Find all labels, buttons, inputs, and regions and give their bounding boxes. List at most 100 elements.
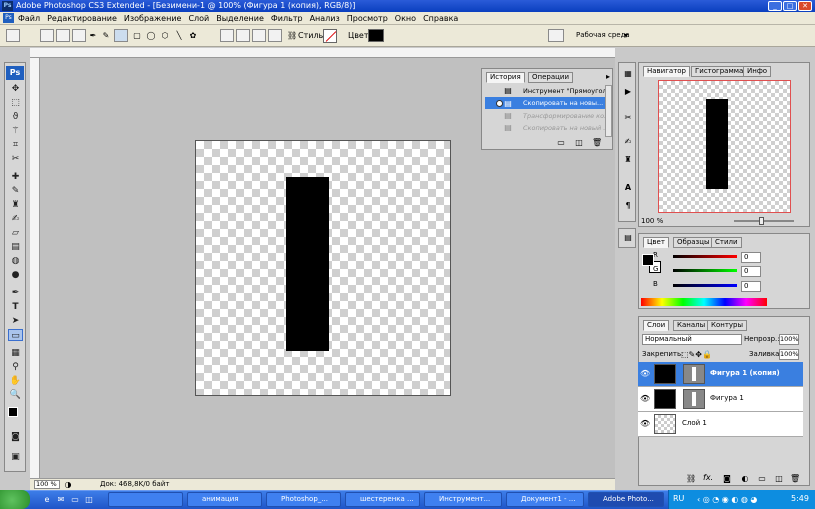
layer-row[interactable]: 👁 Фигура 1 <box>638 387 803 412</box>
media-icon[interactable]: ◫ <box>84 495 94 505</box>
blur-icon[interactable]: ◍ <box>8 255 23 267</box>
taskbar-item[interactable]: анимация <box>187 492 262 507</box>
taskbar-item-photoshop[interactable]: Adobe Photo... <box>588 492 664 507</box>
menu-analysis[interactable]: Анализ <box>310 13 340 24</box>
screen-mode-icon[interactable]: ▣ <box>8 451 23 463</box>
menu-view[interactable]: Просмотр <box>347 13 388 24</box>
menu-file[interactable]: Файл <box>18 13 40 24</box>
pen-icon[interactable]: ✒ <box>88 31 98 41</box>
navigator-zoom[interactable]: 100 % <box>641 217 663 225</box>
foreground-color[interactable] <box>8 407 18 417</box>
link-icon[interactable]: ⛓ <box>287 31 297 41</box>
custom-shape-icon[interactable]: ✿ <box>187 31 199 41</box>
tab-color[interactable]: Цвет <box>643 237 669 248</box>
gradient-icon[interactable]: ▤ <box>8 241 23 253</box>
black-rectangle-shape[interactable] <box>286 177 329 351</box>
menu-help[interactable]: Справка <box>423 13 458 24</box>
menu-layer[interactable]: Слой <box>188 13 209 24</box>
visibility-eye-icon[interactable]: 👁 <box>640 369 650 379</box>
notes-icon[interactable]: ▦ <box>8 347 23 359</box>
start-button[interactable] <box>0 490 30 509</box>
file-browser-button[interactable] <box>548 29 564 42</box>
quick-mask-icon[interactable]: ◙ <box>8 431 23 443</box>
add-mask-icon[interactable]: ◙ <box>722 474 732 484</box>
history-brush-icon[interactable]: ✍ <box>8 213 23 225</box>
line-icon[interactable]: ╲ <box>173 31 185 41</box>
layer-comps-icon[interactable]: ▤ <box>622 233 634 243</box>
tab-navigator[interactable]: Навигатор <box>643 66 690 77</box>
value-g[interactable]: 0 <box>741 266 761 277</box>
tab-styles[interactable]: Стили <box>711 237 742 248</box>
stamp-icon[interactable]: ♜ <box>8 199 23 211</box>
polygon-icon[interactable]: ⬡ <box>159 31 171 41</box>
menu-window[interactable]: Окно <box>395 13 416 24</box>
brush-icon[interactable]: ✎ <box>8 185 23 197</box>
layer-name[interactable]: Фигура 1 (копия) <box>710 369 780 377</box>
rounded-rect-icon[interactable]: ▢ <box>131 31 143 41</box>
taskbar-item[interactable]: шестеренка ... <box>345 492 420 507</box>
menu-select[interactable]: Выделение <box>216 13 264 24</box>
tools-dock-icon[interactable]: ✂ <box>622 113 634 123</box>
history-scrollbar[interactable] <box>605 85 612 137</box>
character-dock-icon[interactable]: A <box>622 183 634 193</box>
vector-mask-thumbnail[interactable] <box>683 364 705 384</box>
crop-icon[interactable]: ⌗ <box>8 139 23 151</box>
magic-wand-icon[interactable]: ⚚ <box>8 125 23 137</box>
new-group-icon[interactable]: ▭ <box>757 474 767 484</box>
language-indicator[interactable]: RU <box>673 494 684 503</box>
rectangle-tool-button[interactable] <box>114 29 128 42</box>
path-select-icon[interactable]: ➤ <box>8 315 23 327</box>
type-icon[interactable]: T <box>8 301 23 313</box>
layer-row[interactable]: 👁 Слой 1 <box>638 412 803 437</box>
tab-history[interactable]: История <box>486 72 525 83</box>
adjustment-layer-icon[interactable]: ◐ <box>740 474 750 484</box>
value-b[interactable]: 0 <box>741 281 761 292</box>
menu-edit[interactable]: Редактирование <box>47 13 117 24</box>
close-button[interactable]: ✕ <box>798 1 812 11</box>
tab-paths[interactable]: Контуры <box>707 320 748 331</box>
panel-menu-icon[interactable]: ▸ <box>604 72 612 82</box>
layer-name[interactable]: Фигура 1 <box>710 394 744 402</box>
clone-dock-icon[interactable]: ♜ <box>622 155 634 165</box>
color-swatch[interactable] <box>368 29 384 42</box>
shape-layers-button[interactable] <box>40 29 54 42</box>
history-state-marker[interactable] <box>496 100 503 107</box>
tab-actions[interactable]: Операции <box>528 72 573 83</box>
trash-icon[interactable]: 🗑 <box>790 474 800 484</box>
tab-layers[interactable]: Слои <box>643 320 670 331</box>
fill-pixels-button[interactable] <box>72 29 86 42</box>
intersect-mode-button[interactable] <box>252 29 266 42</box>
ie-icon[interactable]: e <box>42 495 52 505</box>
fx-button[interactable]: fx. <box>703 473 713 482</box>
tool-preset-button[interactable] <box>6 29 20 42</box>
trash-icon[interactable]: 🗑 <box>592 138 602 148</box>
blend-mode-select[interactable]: Нормальный <box>642 334 742 345</box>
maximize-button[interactable]: □ <box>783 1 797 11</box>
shape-icon[interactable]: ▭ <box>8 329 23 341</box>
slider-g[interactable] <box>673 269 737 272</box>
taskbar-item[interactable]: Photoshop_... <box>266 492 341 507</box>
hand-icon[interactable]: ✋ <box>8 375 23 387</box>
visibility-eye-icon[interactable]: 👁 <box>640 419 650 429</box>
color-foreground[interactable] <box>642 254 654 266</box>
ps-menu-icon[interactable]: Ps <box>3 13 14 23</box>
paths-button[interactable] <box>56 29 70 42</box>
lasso-icon[interactable]: ϑ <box>8 111 23 123</box>
tab-channels[interactable]: Каналы <box>673 320 710 331</box>
marquee-icon[interactable]: ⬚ <box>8 97 23 109</box>
chevron-down-icon[interactable]: ▾ <box>622 31 630 41</box>
paragraph-dock-icon[interactable]: ¶ <box>622 201 634 211</box>
eyedropper-icon[interactable]: ⚲ <box>8 361 23 373</box>
taskbar-item[interactable]: Инструмент... <box>424 492 502 507</box>
color-spectrum[interactable] <box>641 298 767 306</box>
tab-info[interactable]: Инфо <box>743 66 772 77</box>
zoom-field[interactable]: 100 % <box>34 480 60 489</box>
healing-icon[interactable]: ✚ <box>8 171 23 183</box>
ruler-vertical[interactable] <box>30 58 40 478</box>
brushes-dock-icon[interactable]: ✍ <box>622 137 634 147</box>
visibility-eye-icon[interactable]: 👁 <box>640 394 650 404</box>
lock-icons[interactable]: ⬚✎✥🔒 <box>681 350 712 360</box>
freeform-pen-icon[interactable]: ✎ <box>101 31 111 41</box>
tab-histogram[interactable]: Гистограмма <box>691 66 748 77</box>
tab-swatches[interactable]: Образцы <box>673 237 714 248</box>
